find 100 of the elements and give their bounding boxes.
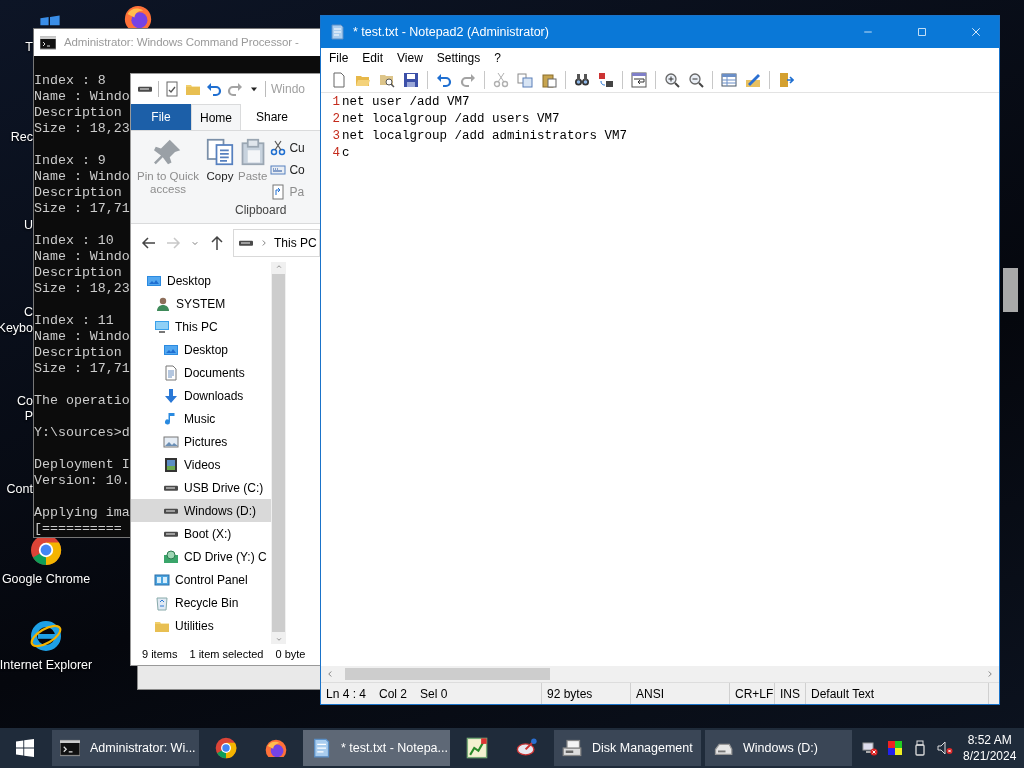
- tree-item[interactable]: SYSTEM: [131, 292, 271, 315]
- menu-item[interactable]: Edit: [355, 49, 391, 67]
- tree-item[interactable]: Downloads: [131, 384, 271, 407]
- clock-date[interactable]: 8/21/2024: [963, 748, 1017, 764]
- tree-item[interactable]: Windows (D:): [131, 499, 271, 522]
- color-icon[interactable]: [887, 740, 903, 756]
- desktop-icon-label: U: [23, 218, 33, 233]
- desktop-icon-label[interactable]: Internet Explorer: [0, 656, 93, 675]
- desktop-icon[interactable]: [39, 14, 61, 26]
- terminal-line: Description: [34, 265, 122, 281]
- terminal-line: Deployment I: [34, 457, 130, 473]
- speaker-muted-icon[interactable]: [937, 740, 953, 756]
- menu-item[interactable]: View: [390, 49, 430, 67]
- properties-icon[interactable]: [164, 81, 180, 97]
- menu-item[interactable]: Settings: [429, 49, 488, 67]
- taskbar-button[interactable]: Windows (D:): [705, 730, 852, 766]
- new-file-icon[interactable]: [331, 72, 347, 88]
- desktop-icon-label: Co: [17, 394, 33, 409]
- drive-icon: [238, 239, 254, 247]
- copy-icon[interactable]: [517, 72, 533, 88]
- paste-icon[interactable]: [541, 72, 557, 88]
- zoom-in-icon[interactable]: [664, 72, 680, 88]
- replace-icon[interactable]: [598, 72, 614, 88]
- taskbar-button[interactable]: * test.txt - Notepa...: [303, 730, 450, 766]
- ribbon-button[interactable]: Cu: [270, 139, 305, 157]
- binoculars-icon[interactable]: [574, 72, 590, 88]
- customize-icon[interactable]: [745, 72, 761, 88]
- up-icon[interactable]: [209, 235, 225, 251]
- terminal-line: Size : 17,71: [34, 361, 130, 377]
- terminal-line: Name : Windo: [34, 329, 130, 345]
- scrollbar-thumb[interactable]: [1003, 268, 1018, 312]
- terminal-line: Index : 10: [34, 233, 114, 249]
- desktop-icon-label: Rec: [10, 130, 33, 145]
- tree-item[interactable]: Recycle Bin: [131, 591, 271, 614]
- pin-icon: [154, 138, 182, 166]
- tree-item[interactable]: Boot (X:): [131, 522, 271, 545]
- clock-time[interactable]: 8:52 AM: [967, 732, 1012, 748]
- notepad-icon: [329, 24, 345, 40]
- status-text: Sel 0: [420, 685, 448, 703]
- terminal-line: Index : 9: [34, 153, 106, 169]
- undo-icon[interactable]: [436, 72, 452, 88]
- tree-item[interactable]: USB Drive (C:): [131, 476, 271, 499]
- terminal-line: Index : 8: [34, 73, 106, 89]
- tree-item[interactable]: Pictures: [131, 430, 271, 453]
- code-line: net user /add VM7: [341, 94, 470, 111]
- undo-icon[interactable]: [206, 81, 222, 97]
- ribbon-tab[interactable]: Share: [241, 104, 303, 130]
- menu-item[interactable]: ?: [487, 49, 508, 67]
- wrap-icon[interactable]: [631, 72, 647, 88]
- network-icon[interactable]: [862, 740, 878, 756]
- ribbon-tab[interactable]: Home: [191, 104, 241, 130]
- tree-item[interactable]: Documents: [131, 361, 271, 384]
- tree-item[interactable]: Utilities: [131, 614, 271, 637]
- status-text: 9 items: [142, 647, 178, 663]
- terminal-line: Name : Windo: [34, 169, 130, 185]
- desktop-icon-label: Cont: [6, 482, 33, 497]
- terminal-line: Applying ima: [34, 505, 130, 521]
- zoom-out-icon[interactable]: [688, 72, 704, 88]
- desktop-icon-label[interactable]: Google Chrome: [1, 570, 91, 589]
- browse-icon[interactable]: [379, 72, 395, 88]
- ribbon-button[interactable]: Co: [270, 161, 305, 179]
- satellite-icon: [516, 737, 538, 759]
- status-text: 0 byte: [275, 647, 306, 663]
- disc-drive-icon: [163, 548, 179, 565]
- shortcut-icon: [270, 184, 287, 200]
- drive-icon: [163, 529, 179, 538]
- drive-icon: [163, 483, 179, 492]
- tree-item[interactable]: Control Panel: [131, 568, 271, 591]
- tree-item[interactable]: Music: [131, 407, 271, 430]
- usb-icon[interactable]: [912, 740, 928, 756]
- exit-icon[interactable]: [778, 72, 794, 88]
- terminal-line: Index : 11: [34, 313, 114, 329]
- menu-item[interactable]: File: [322, 49, 356, 67]
- save-icon[interactable]: [403, 72, 419, 88]
- taskbar-button[interactable]: Administrator: Wi...: [52, 730, 199, 766]
- code-line: net localgroup /add users VM7: [341, 111, 560, 128]
- globe-e-icon[interactable]: [30, 620, 62, 652]
- code-line: net localgroup /add administrators VM7: [341, 128, 628, 145]
- desktop-icon-label: P: [24, 409, 33, 424]
- tree-item[interactable]: This PC: [131, 315, 271, 338]
- desktop-icon-label: C: [23, 305, 33, 320]
- address-text: This PC: [274, 235, 317, 252]
- tree-item[interactable]: Desktop: [131, 269, 271, 292]
- terminal-line: Y:\sources>d: [34, 425, 130, 441]
- back-icon[interactable]: [141, 235, 157, 251]
- terminal-line: [==========: [34, 521, 122, 537]
- status-text: 92 bytes: [547, 685, 593, 703]
- tree-item[interactable]: Desktop: [131, 338, 271, 361]
- tree-item[interactable]: CD Drive (Y:) C: [131, 545, 271, 568]
- tree-item[interactable]: Videos: [131, 453, 271, 476]
- file-menu-button[interactable]: File: [131, 104, 191, 130]
- taskbar-button[interactable]: Disk Management: [554, 730, 701, 766]
- terminal-line: Name : Windo: [34, 89, 130, 105]
- status-text: INS: [780, 685, 800, 703]
- computer-icon: [154, 318, 170, 335]
- ribbon-button[interactable]: Copy: [205, 137, 235, 201]
- drive-icon[interactable]: [137, 85, 153, 93]
- terminal-line: Size : 17,71: [34, 201, 130, 217]
- table-icon[interactable]: [721, 72, 737, 88]
- address-bar[interactable]: This PC: [233, 229, 320, 257]
